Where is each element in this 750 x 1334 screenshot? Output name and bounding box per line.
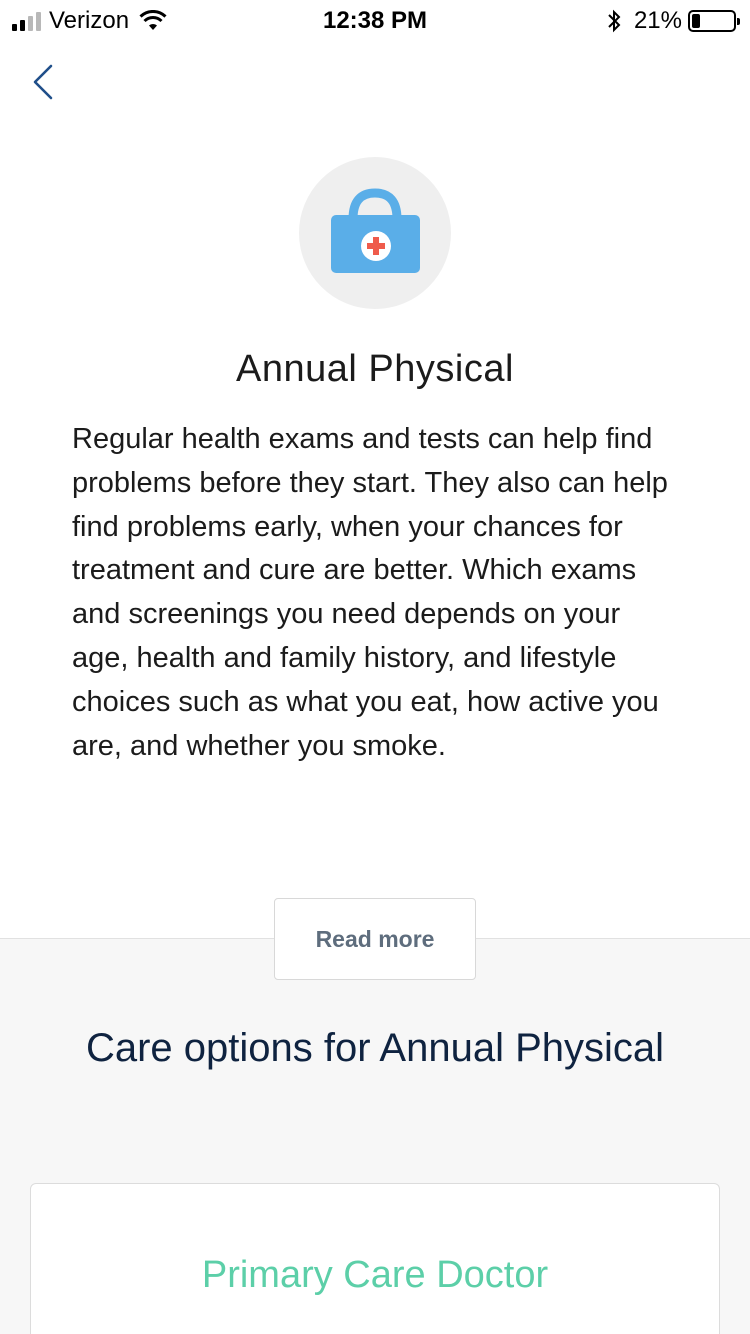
chevron-left-icon — [33, 64, 53, 100]
medical-kit-icon — [331, 188, 420, 273]
hero-icon-circle — [299, 157, 451, 309]
page-title: Annual Physical — [236, 348, 514, 390]
condition-description: Regular health exams and tests can help … — [72, 423, 668, 762]
battery-percent: 21% — [633, 7, 682, 34]
battery-icon — [688, 10, 740, 32]
battery-level — [692, 14, 701, 28]
screen: Verizon 12:38 PM 21% Annual Physical Reg… — [0, 0, 750, 1334]
back-button[interactable] — [22, 58, 66, 106]
care-option-label: Primary Care Doctor — [201, 1254, 549, 1296]
care-option-card[interactable]: Primary Care Doctor — [30, 1183, 720, 1334]
read-more-button[interactable]: Read more — [274, 898, 476, 980]
bluetooth-icon — [608, 9, 621, 33]
status-right: 21% — [606, 7, 740, 35]
status-bar: Verizon 12:38 PM 21% — [0, 0, 750, 40]
care-options-title: Care options for Annual Physical — [85, 1026, 665, 1070]
